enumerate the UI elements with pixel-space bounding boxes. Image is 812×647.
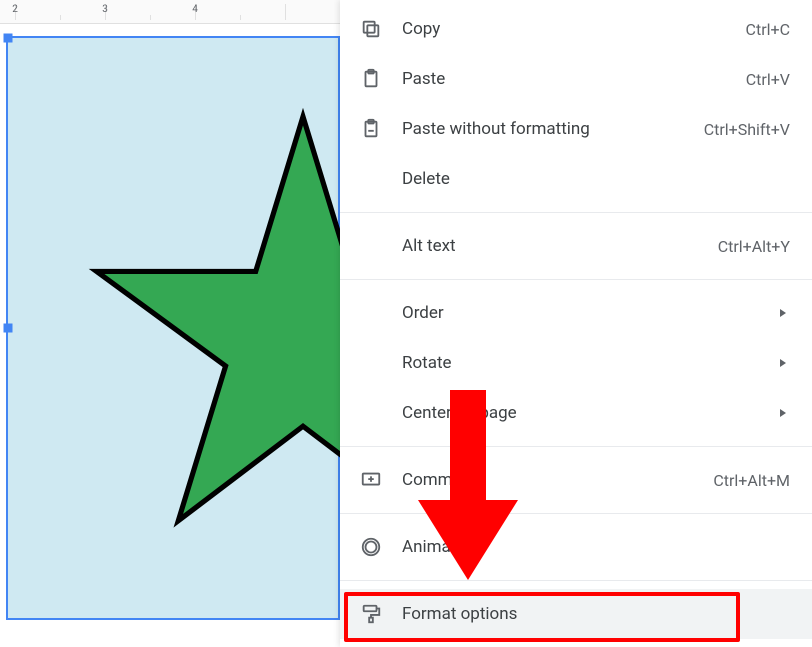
menu-separator (340, 513, 812, 514)
menu-label: Center on page (402, 403, 756, 423)
menu-separator (340, 279, 812, 280)
copy-icon (360, 18, 382, 40)
comment-icon (360, 469, 382, 491)
menu-shortcut: Ctrl+Alt+Y (718, 237, 790, 256)
ruler-tick-label: 2 (12, 4, 18, 15)
ruler-tick-label: 3 (102, 4, 108, 15)
paste-icon (360, 68, 382, 90)
menu-separator (340, 580, 812, 581)
menu-separator (340, 212, 812, 213)
submenu-arrow-icon (776, 408, 790, 418)
menu-item-comment[interactable]: Comment Ctrl+Alt+M (340, 455, 812, 505)
context-menu: Copy Ctrl+C Paste Ctrl+V Paste without f… (340, 0, 812, 647)
menu-shortcut: Ctrl+C (746, 20, 790, 39)
paint-roller-icon (360, 603, 382, 625)
paste-plain-icon (360, 118, 382, 140)
menu-label: Rotate (402, 353, 756, 373)
menu-separator (340, 446, 812, 447)
submenu-arrow-icon (776, 308, 790, 318)
menu-label: Format options (402, 604, 790, 624)
menu-item-alt-text[interactable]: Alt text Ctrl+Alt+Y (340, 221, 812, 271)
menu-label: Delete (402, 169, 790, 189)
menu-item-format-options[interactable]: Format options (340, 589, 812, 639)
menu-shortcut: Ctrl+V (746, 70, 790, 89)
menu-item-animate[interactable]: Animate (340, 522, 812, 572)
slide-selection-box[interactable] (8, 38, 338, 618)
animate-icon (360, 536, 382, 558)
ruler-tick-label: 4 (192, 4, 198, 15)
resize-handle-top-left[interactable] (4, 34, 13, 43)
menu-label: Copy (402, 19, 726, 39)
menu-item-paste-without-formatting[interactable]: Paste without formatting Ctrl+Shift+V (340, 104, 812, 154)
menu-label: Alt text (402, 236, 698, 256)
resize-handle-mid-left[interactable] (4, 324, 13, 333)
menu-item-delete[interactable]: Delete (340, 154, 812, 204)
menu-item-rotate[interactable]: Rotate (340, 338, 812, 388)
menu-shortcut: Ctrl+Shift+V (704, 120, 790, 139)
menu-label: Comment (402, 470, 693, 490)
submenu-arrow-icon (776, 358, 790, 368)
menu-item-center-on-page[interactable]: Center on page (340, 388, 812, 438)
menu-label: Paste (402, 69, 726, 89)
slide-canvas[interactable] (0, 30, 340, 647)
menu-label: Order (402, 303, 756, 323)
menu-item-order[interactable]: Order (340, 288, 812, 338)
horizontal-ruler: 2 3 4 (0, 0, 340, 24)
menu-label: Animate (402, 537, 790, 557)
menu-item-paste[interactable]: Paste Ctrl+V (340, 54, 812, 104)
menu-label: Paste without formatting (402, 119, 684, 139)
menu-item-copy[interactable]: Copy Ctrl+C (340, 4, 812, 54)
menu-shortcut: Ctrl+Alt+M (713, 471, 790, 490)
